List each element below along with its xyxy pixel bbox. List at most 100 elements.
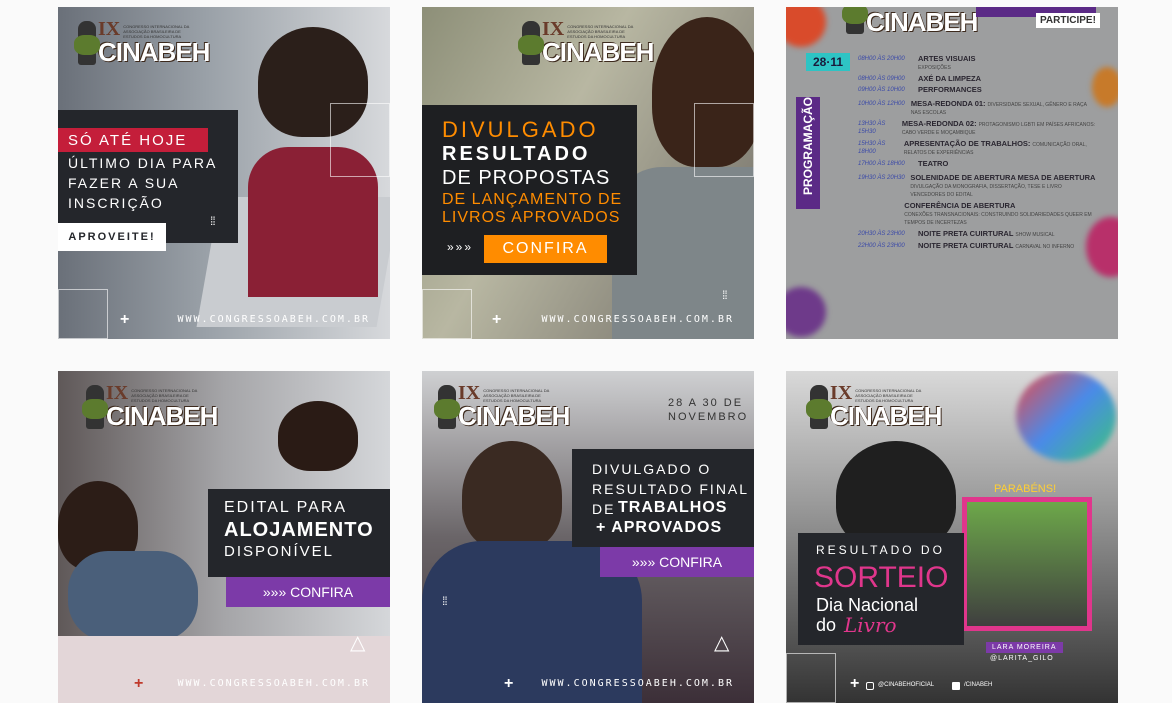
triangle-icon: △ bbox=[714, 632, 729, 654]
woman-left-body bbox=[68, 551, 198, 641]
plus-icon: + bbox=[492, 311, 502, 328]
resultado-text: RESULTADO bbox=[442, 143, 591, 165]
resultado-text: RESULTADO DO bbox=[816, 543, 945, 557]
schedule-row: CONFERÊNCIA DE ABERTURA CONEXÕES TRANSNAC… bbox=[904, 201, 1092, 227]
schedule-row: 10H00 ÀS 12H00 MESA-REDONDA 01: DIVERSIDA… bbox=[858, 99, 1087, 117]
confira-button[interactable]: »»» CONFIRA bbox=[600, 547, 754, 577]
post-resultado-sorteio[interactable]: IX CONGRESSO INTERNACIONAL DA ASSOCIAÇÃO… bbox=[786, 371, 1118, 703]
alojamento-text: ALOJAMENTO bbox=[224, 519, 374, 541]
squiggle-icon: ⁞⁞ bbox=[722, 288, 728, 302]
cinabeh-logo: IX CONGRESSO INTERNACIONAL DA ASSOCIAÇÃO… bbox=[518, 18, 654, 67]
line-1: ÚLTIMO DIA PARA bbox=[68, 155, 218, 171]
cinabeh-logo: IX CONGRESSO INTERNACIONAL DA ASSOCIAÇÃO… bbox=[806, 383, 942, 431]
post-ultimo-dia-inscricao[interactable]: IX CONGRESSO INTERNACIONAL DA ASSOCIAÇÃO… bbox=[58, 7, 390, 339]
de-text: DE bbox=[592, 501, 616, 517]
squiggle-icon: ⁞⁞ bbox=[442, 594, 448, 608]
logo-ix: IX bbox=[106, 382, 129, 404]
instagram-icon bbox=[866, 682, 874, 690]
confira-button[interactable]: CONFIRA bbox=[484, 235, 607, 263]
parabens-text: PARABÉNS! bbox=[994, 483, 1057, 495]
divulgado-text: DIVULGADO bbox=[442, 117, 599, 142]
trabalhos-text: TRABALHOS bbox=[618, 499, 728, 516]
aproveite-button[interactable]: APROVEITE! bbox=[58, 223, 166, 251]
divulgado-text: DIVULGADO O bbox=[592, 461, 712, 477]
schedule-row: 13H30 ÀS 15H30 MESA-REDONDA 02: PROTAGONI… bbox=[858, 119, 1096, 137]
logo-figure-icon bbox=[434, 384, 460, 429]
logo-name: CINABEH bbox=[830, 401, 942, 431]
schedule-row: 20H30 ÀS 23H00 NOITE PRETA CUIRTURAL SHOW… bbox=[858, 229, 1055, 239]
schedule-row: 15H30 ÀS 18H00 APRESENTAÇÃO DE TRABALHOS:… bbox=[858, 139, 1087, 157]
logo-figure-icon bbox=[842, 7, 868, 34]
bed-shape bbox=[58, 636, 390, 703]
deco-frame-2 bbox=[422, 289, 472, 339]
sorteio-text: SORTEIO bbox=[814, 561, 949, 594]
schedule-row: 22H00 ÀS 23H00 NOITE PRETA CUIRTURAL CARN… bbox=[858, 241, 1075, 251]
propostas-text: DE PROPOSTAS bbox=[442, 167, 611, 189]
logo-name: CINABEH bbox=[98, 37, 210, 67]
post-resultado-trabalhos[interactable]: IX CONGRESSO INTERNACIONAL DA ASSOCIAÇÃO… bbox=[422, 371, 754, 703]
line-3: INSCRIÇÃO bbox=[68, 195, 164, 211]
logo-ix: IX bbox=[458, 382, 481, 404]
schedule-list: 08H00 ÀS 20H00 ARTES VISUAIS EXPOSIÇÕES 08… bbox=[858, 55, 1098, 337]
deco-frame-2 bbox=[58, 289, 108, 339]
resultado-final-text: RESULTADO FINAL bbox=[592, 481, 750, 497]
cinabeh-logo: IX CONGRESSO INTERNACIONAL DA ASSOCIAÇÃO… bbox=[82, 382, 218, 431]
plus-icon: + bbox=[120, 311, 130, 328]
livros-text: LIVROS APROVADOS bbox=[442, 209, 621, 226]
cinabeh-logo: IX CONGRESSO INTERNACIONAL DA ASSOCIAÇÃO… bbox=[74, 18, 210, 67]
disponivel-text: DISPONÍVEL bbox=[224, 543, 335, 560]
plus-icon: + bbox=[134, 675, 144, 692]
paint-splash bbox=[786, 287, 826, 337]
livro-text: Livro bbox=[844, 613, 897, 637]
edital-text: EDITAL PARA bbox=[224, 499, 348, 516]
plus-icon: + bbox=[504, 675, 514, 692]
arrows-icon: »»» bbox=[447, 240, 474, 254]
logo-name: CINABEH bbox=[106, 401, 218, 431]
do-text: do bbox=[816, 615, 837, 635]
deco-frame bbox=[330, 103, 390, 177]
winner-handle: @LARITA_GILO bbox=[990, 655, 1054, 662]
website-url: WWW.CONGRESSOABEH.COM.BR bbox=[541, 678, 734, 689]
cinabeh-logo: CINABEH bbox=[842, 7, 978, 35]
logo-ix: IX bbox=[98, 18, 121, 40]
participe-badge[interactable]: PARTICIPE! bbox=[1036, 13, 1100, 28]
paint-splash bbox=[1016, 371, 1116, 461]
schedule-row: 19H30 ÀS 20H30 SOLENIDADE DE ABERTURA MES… bbox=[858, 173, 1096, 199]
date-badge: 28·11 bbox=[806, 53, 850, 71]
deco-frame bbox=[786, 653, 836, 703]
instagram-handle: @CINABEHOFICIAL bbox=[878, 682, 935, 688]
highlight-text: SÓ ATÉ HOJE bbox=[68, 132, 188, 149]
confira-button[interactable]: »»» CONFIRA bbox=[226, 577, 390, 607]
post-programacao[interactable]: CINABEH PARTICIPE! 28·11 PROGRAMAÇÃO 08H… bbox=[786, 7, 1118, 339]
schedule-row: 08H00 ÀS 20H00 ARTES VISUAIS EXPOSIÇÕES bbox=[858, 54, 976, 72]
logo-figure-icon bbox=[74, 20, 100, 65]
plus-icon: + bbox=[850, 675, 860, 692]
aprovados-text: + APROVADOS bbox=[596, 519, 723, 536]
winner-photo-frame bbox=[962, 497, 1092, 631]
facebook-icon bbox=[952, 682, 960, 690]
website-url: WWW.CONGRESSOABEH.COM.BR bbox=[541, 314, 734, 325]
dates-line-2: NOVEMBRO bbox=[668, 411, 749, 423]
website-url: WWW.CONGRESSOABEH.COM.BR bbox=[177, 314, 370, 325]
logo-ix: IX bbox=[542, 18, 565, 40]
paint-splash bbox=[786, 7, 826, 47]
schedule-row: 17H00 ÀS 18H00 TEATRO bbox=[858, 159, 949, 168]
lancamento-text: DE LANÇAMENTO DE bbox=[442, 191, 623, 208]
schedule-row: 09H00 ÀS 10H00 PERFORMANCES bbox=[858, 85, 982, 94]
young-man-photo bbox=[462, 441, 562, 551]
logo-name: CINABEH bbox=[458, 401, 570, 431]
line-2: FAZER A SUA bbox=[68, 175, 180, 191]
logo-name: CINABEH bbox=[542, 37, 654, 67]
website-url: WWW.CONGRESSOABEH.COM.BR bbox=[177, 678, 370, 689]
schedule-row: 08H00 ÀS 09H00 AXÉ DA LIMPEZA bbox=[858, 74, 982, 83]
cinabeh-logo: IX CONGRESSO INTERNACIONAL DA ASSOCIAÇÃO… bbox=[434, 382, 570, 431]
post-edital-alojamento[interactable]: IX CONGRESSO INTERNACIONAL DA ASSOCIAÇÃO… bbox=[58, 371, 390, 703]
logo-figure-icon bbox=[82, 384, 108, 429]
deco-frame bbox=[694, 103, 754, 177]
winner-name: LARA MOREIRA bbox=[986, 642, 1063, 653]
post-resultado-propostas-livros[interactable]: IX CONGRESSO INTERNACIONAL DA ASSOCIAÇÃO… bbox=[422, 7, 754, 339]
dates-line-1: 28 A 30 DE bbox=[668, 397, 744, 409]
logo-figure-icon bbox=[806, 384, 832, 429]
winner-photo bbox=[967, 502, 1087, 626]
woman-right-photo bbox=[278, 401, 358, 471]
